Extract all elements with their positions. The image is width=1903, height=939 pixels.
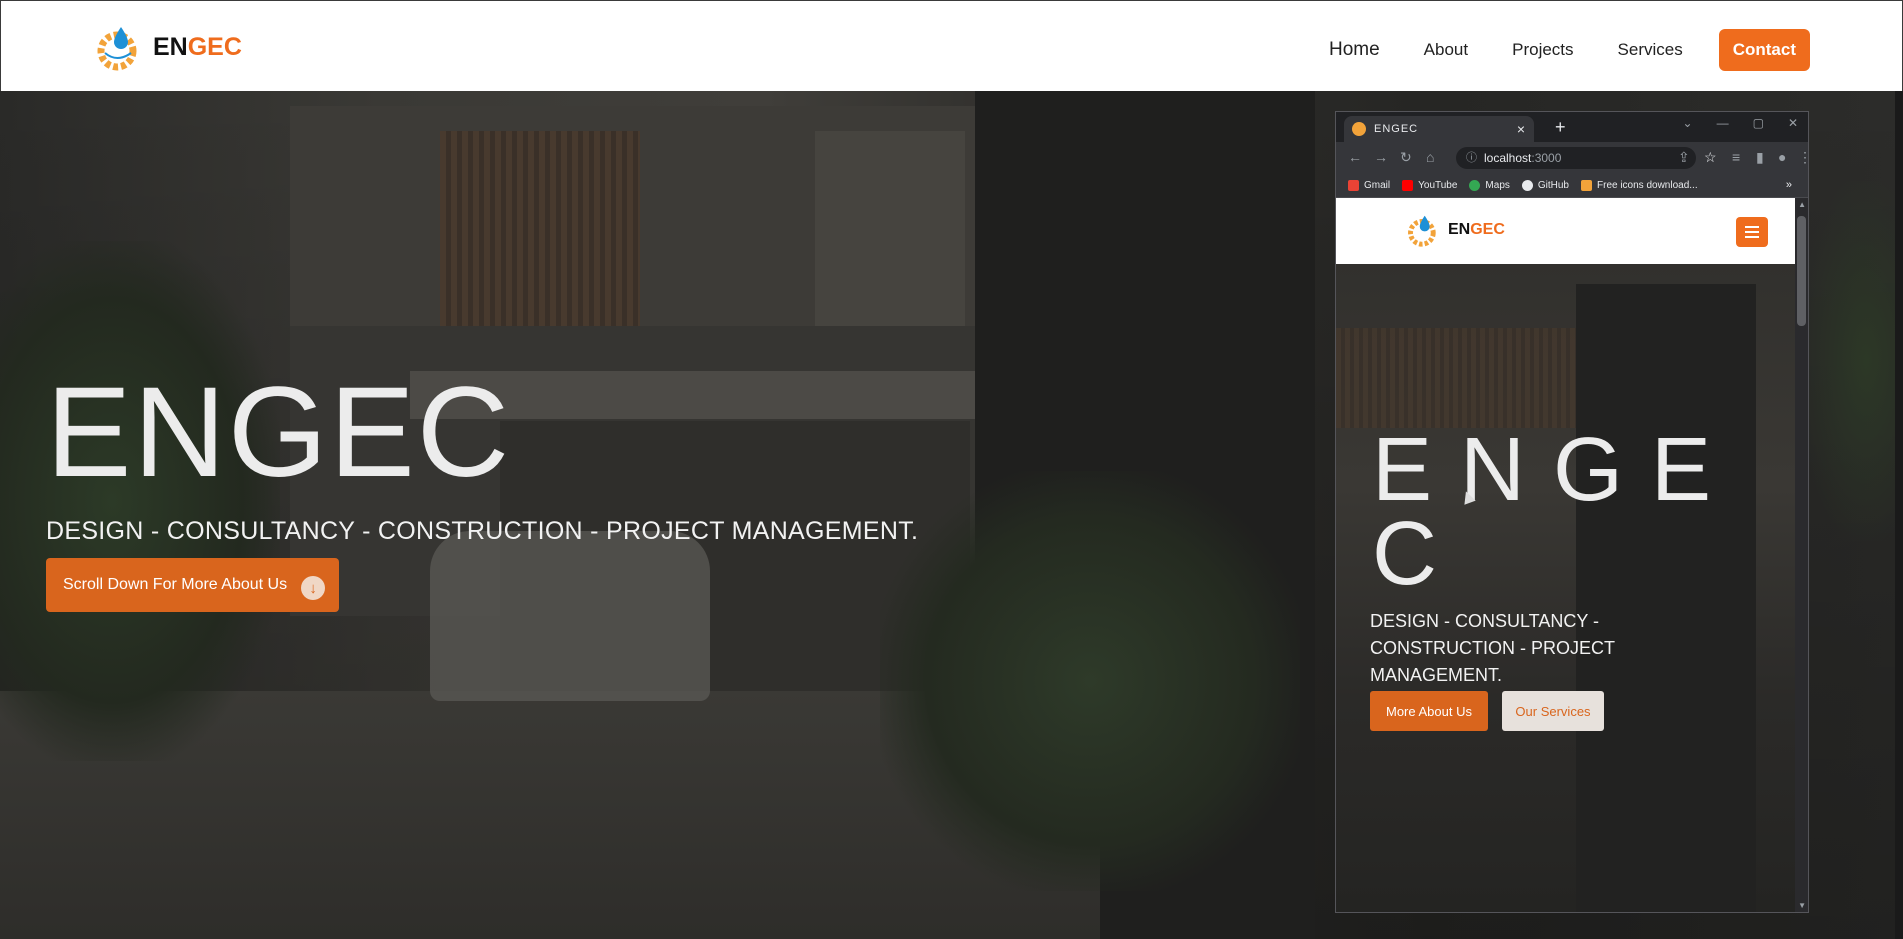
browser-menu-icon[interactable]: ⋮ <box>1798 149 1808 166</box>
mobile-header: ENGEC <box>1336 198 1796 264</box>
reload-icon[interactable]: ↻ <box>1400 149 1412 166</box>
side-panel-icon[interactable]: ▮ <box>1756 149 1764 166</box>
browser-tab[interactable]: ENGEC × <box>1344 116 1534 142</box>
reading-list-icon[interactable]: ≡ <box>1732 149 1740 165</box>
close-tab-icon[interactable]: × <box>1517 121 1526 137</box>
tab-search-icon[interactable]: ⌄ <box>1683 116 1693 130</box>
page-scrollbar[interactable] <box>1895 91 1903 939</box>
address-host: localhost <box>1484 151 1532 165</box>
mobile-brand-logo[interactable]: ENGEC <box>1402 212 1505 248</box>
mobile-background-wall <box>1576 284 1756 912</box>
hero-title: ENGEC <box>46 361 512 504</box>
github-icon <box>1521 180 1533 191</box>
minimize-icon[interactable]: — <box>1717 116 1729 130</box>
hero-subtitle: DESIGN - CONSULTANCY - CONSTRUCTION - PR… <box>46 517 919 545</box>
hero-background-window <box>815 131 965 326</box>
mobile-background-slats <box>1336 328 1576 428</box>
mobile-brand-name: ENGEC <box>1448 221 1505 238</box>
window-controls: ⌄ — ▢ ✕ <box>1683 116 1798 130</box>
hero-background-car <box>430 531 710 701</box>
home-icon[interactable]: ⌂ <box>1426 149 1434 165</box>
browser-toolbar: ← → ↻ ⌂ ⓘ localhost:3000 ⇪ ☆ ≡ ▮ ● ⋮ <box>1336 142 1808 174</box>
site-header: ENGEC Home About Projects Services Conta… <box>0 0 1903 91</box>
gear-drop-logo-icon <box>1408 215 1436 247</box>
mobile-hero-title: ENGEC <box>1372 420 1740 604</box>
scroll-up-arrow-icon[interactable]: ▲ <box>1798 200 1806 209</box>
scroll-down-button[interactable]: Scroll Down For More About Us ↓ <box>46 558 339 612</box>
forward-icon[interactable]: → <box>1374 149 1388 165</box>
nav-contact-button[interactable]: Contact <box>1718 29 1810 71</box>
nav-home[interactable]: Home <box>1329 39 1380 61</box>
maximize-icon[interactable]: ▢ <box>1753 116 1764 130</box>
bookmark-maps[interactable]: Maps <box>1469 180 1510 191</box>
our-services-button[interactable]: Our Services <box>1502 691 1604 731</box>
gear-drop-logo-icon <box>97 27 137 71</box>
close-window-icon[interactable]: ✕ <box>1788 116 1798 130</box>
back-icon[interactable]: ← <box>1348 149 1362 165</box>
nav-projects[interactable]: Projects <box>1512 40 1573 60</box>
browser-tab-strip: ENGEC × + ⌄ — ▢ ✕ <box>1336 112 1808 142</box>
new-tab-button[interactable]: + <box>1555 117 1566 138</box>
bookmark-star-icon[interactable]: ☆ <box>1704 149 1717 166</box>
bookmark-youtube[interactable]: YouTube <box>1402 180 1457 191</box>
favicon-icon <box>1352 122 1366 136</box>
main-nav: Home About Projects Services Contact <box>1285 29 1810 71</box>
bookmarks-bar: Gmail YouTube Maps GitHub Free icons dow… <box>1336 174 1808 198</box>
mobile-hero-subtitle: DESIGN - CONSULTANCY - CONSTRUCTION - PR… <box>1370 611 1615 685</box>
browser-window: ENGEC × + ⌄ — ▢ ✕ ← → ↻ ⌂ ⓘ localhost:30… <box>1335 111 1809 913</box>
browser-tab-title: ENGEC <box>1374 123 1419 135</box>
arrow-down-circle-icon: ↓ <box>301 576 326 600</box>
scroll-down-arrow-icon[interactable]: ▼ <box>1798 901 1806 910</box>
profile-avatar-icon[interactable]: ● <box>1778 149 1786 165</box>
more-about-us-button[interactable]: More About Us <box>1370 691 1488 731</box>
mobile-scrollbar-thumb[interactable] <box>1797 216 1806 326</box>
nav-about[interactable]: About <box>1424 40 1468 60</box>
bookmarks-overflow-icon[interactable]: » <box>1786 179 1792 191</box>
gmail-icon <box>1348 180 1359 191</box>
hero-background-slats <box>440 131 640 331</box>
mobile-viewport: ENGEC ENGEC DESIGN - CONSULTANCY - CONST… <box>1336 198 1796 912</box>
maps-pin-icon <box>1469 180 1481 191</box>
bookmark-gmail[interactable]: Gmail <box>1348 180 1390 191</box>
scroll-down-button-label: Scroll Down For More About Us <box>63 576 288 593</box>
hamburger-menu-icon[interactable] <box>1736 217 1768 247</box>
free-icons-icon <box>1581 180 1592 191</box>
share-icon[interactable]: ⇪ <box>1678 149 1690 166</box>
address-bar[interactable]: ⓘ localhost:3000 <box>1456 147 1696 169</box>
youtube-icon <box>1402 180 1414 191</box>
hero-background-palm <box>880 471 1300 891</box>
brand-logo[interactable]: ENGEC <box>89 23 242 71</box>
nav-services[interactable]: Services <box>1618 40 1683 60</box>
hero-background-tree-right <box>1800 181 1903 541</box>
brand-name: ENGEC <box>153 32 242 61</box>
bookmark-github[interactable]: GitHub <box>1521 180 1569 191</box>
bookmark-free-icons[interactable]: Free icons download... <box>1581 180 1698 191</box>
site-info-icon[interactable]: ⓘ <box>1466 147 1477 169</box>
address-port: :3000 <box>1531 151 1562 165</box>
